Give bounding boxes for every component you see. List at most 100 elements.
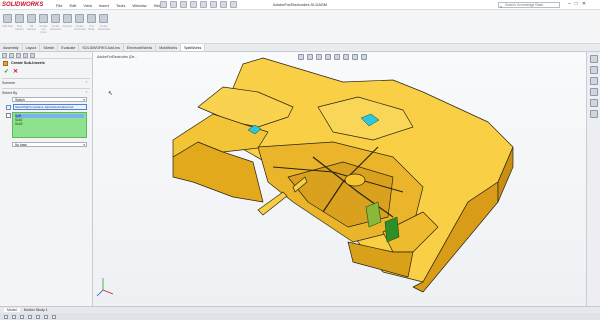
feature-tree-icon[interactable] bbox=[2, 53, 7, 58]
cancel-x-icon[interactable]: ✕ bbox=[13, 68, 18, 75]
property-manager-icon[interactable] bbox=[9, 53, 14, 58]
tab-addins[interactable]: SOLIDWORKS Add-Ins bbox=[79, 44, 124, 51]
save-icon[interactable] bbox=[180, 1, 187, 8]
tab-moldworks[interactable]: MoldWorks bbox=[156, 44, 182, 51]
menu-window[interactable]: Window bbox=[132, 3, 146, 8]
tab-evaluate[interactable]: Evaluate bbox=[58, 44, 80, 51]
sketch-selection-icon bbox=[6, 104, 11, 110]
sketch-icon[interactable] bbox=[52, 314, 56, 319]
zoom-icon[interactable] bbox=[28, 314, 32, 319]
task-pane bbox=[586, 52, 600, 306]
measure-icon[interactable] bbox=[36, 314, 40, 319]
resources-icon[interactable] bbox=[589, 55, 598, 63]
view-palette-icon[interactable] bbox=[589, 88, 598, 96]
menu-bar: File Edit View Insert Tools Window Help bbox=[56, 0, 162, 10]
property-manager-header: Create Sub-Inserts bbox=[0, 59, 92, 67]
graphics-viewport[interactable]: AdobeForElectrodes (De... ↖ bbox=[93, 52, 586, 306]
plug-holes-button[interactable]: Plug Hole(s) bbox=[14, 12, 25, 42]
solidworks-logo[interactable]: SOLIDWORKS bbox=[2, 1, 50, 9]
sketch-selection-row: Sketch6@Constrain1-1@AdobeForElectrod bbox=[6, 104, 87, 110]
minimize-icon[interactable]: – bbox=[568, 1, 571, 7]
appearances-icon[interactable] bbox=[589, 99, 598, 107]
select-by-section: Select By ⌃ Sketch Sketch6@Constrain1-1@A… bbox=[2, 88, 90, 147]
sub-insert-icon bbox=[3, 60, 8, 66]
tab-model[interactable]: Model bbox=[4, 308, 20, 312]
create-protrusion-button[interactable]: Create Protrusion bbox=[74, 12, 86, 42]
menu-insert[interactable]: Insert bbox=[99, 3, 109, 8]
options-icon[interactable] bbox=[230, 1, 237, 8]
tab-assembly[interactable]: Assembly bbox=[0, 44, 23, 51]
sketch-selection-field[interactable]: Sketch6@Constrain1-1@AdobeForElectrod bbox=[13, 104, 87, 110]
collapse-icon[interactable]: ⌃ bbox=[85, 91, 88, 95]
protrusion-label: Create Protrusion bbox=[74, 25, 86, 31]
print-icon[interactable] bbox=[190, 1, 197, 8]
maximize-icon[interactable]: □ bbox=[575, 1, 578, 7]
list-checkbox[interactable] bbox=[6, 113, 11, 118]
command-tabs: Assembly Layout Sketch Evaluate SOLIDWOR… bbox=[0, 44, 600, 52]
ok-checkmark-icon[interactable]: ✓ bbox=[4, 68, 9, 75]
fill-face-button[interactable]: Fill Face bbox=[62, 12, 73, 42]
new-icon[interactable] bbox=[160, 1, 167, 8]
smart-dim-icon[interactable] bbox=[44, 314, 48, 319]
list-item[interactable]: Sub3 bbox=[15, 122, 84, 126]
plug-holes-label: Plug Hole(s) bbox=[15, 25, 24, 31]
split-part-label: Split Part bbox=[2, 25, 13, 28]
bottom-tabs: Model Motion Study 1 bbox=[0, 306, 600, 313]
select-icon[interactable] bbox=[210, 1, 217, 8]
rebuild-icon[interactable] bbox=[220, 1, 227, 8]
title-bar: SOLIDWORKS File Edit View Insert Tools W… bbox=[0, 0, 600, 10]
base-option-dropdown[interactable]: No base bbox=[12, 142, 87, 147]
select-by-label: Select By bbox=[2, 91, 18, 95]
display-manager-icon[interactable] bbox=[30, 53, 35, 58]
create-extension-button[interactable]: Create Extension bbox=[50, 12, 61, 42]
logo-text: SOLIDWORKS bbox=[2, 2, 44, 8]
arrow-icon[interactable] bbox=[4, 314, 8, 319]
tab-electrodeworks[interactable]: ElectrodeWorks bbox=[124, 44, 157, 51]
menu-tools[interactable]: Tools bbox=[116, 3, 125, 8]
rotate-icon[interactable] bbox=[12, 314, 16, 319]
extension-label: Create Extension bbox=[50, 25, 62, 31]
create-electrodes-button[interactable]: Create Electrodes bbox=[98, 12, 111, 42]
close-icon[interactable]: ✕ bbox=[582, 1, 586, 7]
pan-icon[interactable] bbox=[20, 314, 24, 319]
custom-properties-icon[interactable] bbox=[589, 110, 598, 118]
trim-body-icon bbox=[87, 14, 96, 23]
extension-icon bbox=[51, 14, 60, 23]
cut-lines-icon bbox=[39, 14, 48, 23]
scheme-section: Scheme ⌃ bbox=[2, 78, 90, 85]
electrode-block-1 bbox=[365, 201, 382, 228]
fill-surface-button[interactable]: Fill Surface bbox=[26, 12, 37, 42]
confirm-row: ✓ ✕ bbox=[0, 67, 92, 75]
menu-file[interactable]: File bbox=[56, 3, 62, 8]
search-placeholder: Search Knowledge Base bbox=[505, 3, 544, 7]
trim-body-button[interactable]: Trim Body bbox=[86, 12, 97, 42]
select-by-dropdown[interactable]: Sketch bbox=[12, 97, 87, 102]
sub-insert-list: Split Sub2 Sub3 bbox=[12, 112, 87, 138]
tab-sketch[interactable]: Sketch bbox=[40, 44, 59, 51]
tab-splitworks[interactable]: SplitWorks bbox=[181, 44, 206, 51]
open-icon[interactable] bbox=[170, 1, 177, 8]
fill-face-icon bbox=[63, 14, 72, 23]
center-boss bbox=[344, 173, 366, 187]
tab-motion-study[interactable]: Motion Study 1 bbox=[24, 308, 48, 312]
plug-holes-icon bbox=[15, 14, 24, 23]
dim-expert-icon[interactable] bbox=[23, 53, 28, 58]
cursor-icon: ↖ bbox=[108, 91, 114, 97]
design-library-icon[interactable] bbox=[589, 66, 598, 74]
collapse-icon[interactable]: ⌃ bbox=[85, 81, 88, 85]
undo-icon[interactable] bbox=[200, 1, 207, 8]
fill-face-label: Fill Face bbox=[62, 25, 73, 28]
command-ribbon: Split Part Plug Hole(s) Fill Surface Cre… bbox=[0, 10, 600, 44]
menu-view[interactable]: View bbox=[83, 3, 92, 8]
panel-tabs bbox=[0, 52, 92, 59]
electrodes-label: Create Electrodes bbox=[98, 25, 111, 31]
file-explorer-icon[interactable] bbox=[589, 77, 598, 85]
create-cut-lines-button[interactable]: Create Cut-Lines bbox=[38, 12, 49, 42]
config-manager-icon[interactable] bbox=[16, 53, 21, 58]
status-bar bbox=[0, 313, 600, 320]
tab-layout[interactable]: Layout bbox=[23, 44, 41, 51]
menu-edit[interactable]: Edit bbox=[69, 3, 76, 8]
split-part-button[interactable]: Split Part bbox=[2, 12, 13, 42]
search-input[interactable]: ⌕ Search Knowledge Base bbox=[498, 2, 560, 9]
split-part-icon bbox=[3, 14, 12, 23]
